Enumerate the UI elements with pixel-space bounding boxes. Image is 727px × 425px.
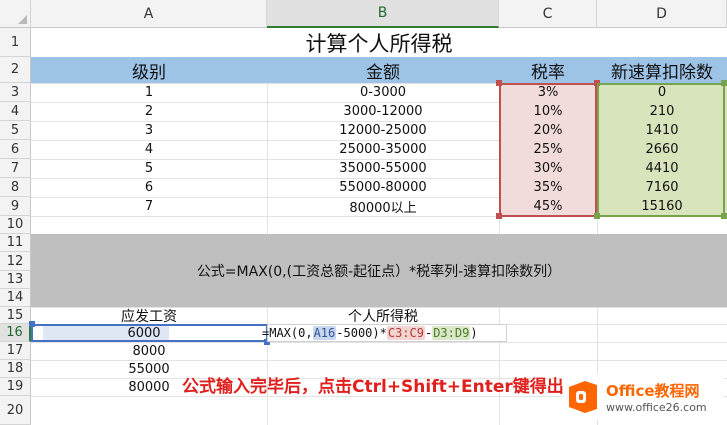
cell-d7[interactable]: 4410 bbox=[597, 159, 727, 178]
cell-a8[interactable]: 6 bbox=[31, 178, 267, 197]
formula-op-part: -5000)* bbox=[336, 326, 387, 340]
cell-c5[interactable]: 20% bbox=[499, 121, 597, 140]
cell-d8[interactable]: 7160 bbox=[597, 178, 727, 197]
range-handle[interactable] bbox=[721, 213, 727, 219]
formula-fn-part: =MAX(0, bbox=[262, 326, 313, 340]
row-header-11[interactable]: 11 bbox=[0, 234, 31, 252]
cell-a17[interactable]: 8000 bbox=[31, 342, 267, 360]
office-logo-icon bbox=[569, 381, 597, 413]
logo-url: www.office26.com bbox=[606, 401, 707, 414]
column-header-c[interactable]: C bbox=[499, 0, 597, 28]
header-quick-deduction[interactable]: 新速算扣除数 bbox=[597, 57, 727, 83]
cell-a4[interactable]: 2 bbox=[31, 102, 267, 121]
row-header-5[interactable]: 5 bbox=[0, 121, 31, 140]
cell-b5[interactable]: 12000-25000 bbox=[267, 121, 499, 140]
formula-note[interactable]: 公式=MAX(0,(工资总额-起征点）*税率列-速算扣除数列） bbox=[31, 234, 727, 307]
row-header-17[interactable]: 17 bbox=[0, 342, 31, 360]
cell-b7[interactable]: 35000-55000 bbox=[267, 159, 499, 178]
sheet-title[interactable]: 计算个人所得税 bbox=[31, 28, 727, 57]
row-header-12[interactable]: 12 bbox=[0, 252, 31, 271]
row-header-15[interactable]: 15 bbox=[0, 307, 31, 324]
cell-b8[interactable]: 55000-80000 bbox=[267, 178, 499, 197]
cell-d5[interactable]: 1410 bbox=[597, 121, 727, 140]
formula-ref-a16: A16 bbox=[312, 326, 337, 340]
row-header-13[interactable]: 13 bbox=[0, 271, 31, 289]
cell-b3[interactable]: 0-3000 bbox=[267, 83, 499, 102]
select-all-corner[interactable] bbox=[0, 0, 31, 28]
formula-editor[interactable]: =MAX(0, A16 -5000)* C3:C9- D3:D9) bbox=[262, 324, 478, 342]
cell-b4[interactable]: 3000-12000 bbox=[267, 102, 499, 121]
cell-c7[interactable]: 30% bbox=[499, 159, 597, 178]
cell-a9[interactable]: 7 bbox=[31, 197, 267, 216]
cell-d6[interactable]: 2660 bbox=[597, 140, 727, 159]
row-header-20[interactable]: 20 bbox=[0, 396, 31, 425]
cell-d4[interactable]: 210 bbox=[597, 102, 727, 121]
row-header-14[interactable]: 14 bbox=[0, 289, 31, 307]
cell-c6[interactable]: 25% bbox=[499, 140, 597, 159]
formula-minus: - bbox=[424, 326, 433, 340]
cell-b6[interactable]: 25000-35000 bbox=[267, 140, 499, 159]
row-header-2[interactable]: 2 bbox=[0, 57, 31, 83]
cell-c9[interactable]: 45% bbox=[499, 197, 597, 216]
row-header-10[interactable]: 10 bbox=[0, 216, 31, 234]
cell-b9[interactable]: 80000以上 bbox=[267, 197, 499, 216]
watermark-logo: Office教程网 www.office26.com bbox=[563, 374, 723, 420]
range-handle[interactable] bbox=[29, 321, 35, 327]
range-handle[interactable] bbox=[496, 213, 502, 219]
header-level[interactable]: 级别 bbox=[31, 57, 267, 83]
row-header-16[interactable]: 16 bbox=[0, 324, 31, 342]
cell-d9[interactable]: 15160 bbox=[597, 197, 727, 216]
column-header-a[interactable]: A bbox=[31, 0, 267, 28]
range-handle[interactable] bbox=[594, 80, 600, 86]
formula-ref-d3d9: D3:D9 bbox=[432, 326, 471, 340]
column-header-b[interactable]: B bbox=[267, 0, 499, 28]
header-tax-rate[interactable]: 税率 bbox=[499, 57, 597, 83]
cell-a3[interactable]: 1 bbox=[31, 83, 267, 102]
cell-c3[interactable]: 3% bbox=[499, 83, 597, 102]
formula-close: ) bbox=[470, 326, 478, 340]
logo-brand: Office教程网 bbox=[606, 382, 700, 400]
header-amount[interactable]: 金额 bbox=[267, 57, 499, 83]
row-header-7[interactable]: 7 bbox=[0, 159, 31, 178]
row-header-8[interactable]: 8 bbox=[0, 178, 31, 197]
row-header-6[interactable]: 6 bbox=[0, 140, 31, 159]
grid-line bbox=[31, 216, 727, 217]
cell-c8[interactable]: 35% bbox=[499, 178, 597, 197]
instruction-annotation: 公式输入完毕后，点击Ctrl+Shift+Enter键得出结果 bbox=[182, 377, 598, 397]
formula-ref-c3c9: C3:C9 bbox=[386, 326, 425, 340]
column-header-d[interactable]: D bbox=[597, 0, 727, 28]
range-handle[interactable] bbox=[594, 213, 600, 219]
cell-d3[interactable]: 0 bbox=[597, 83, 727, 102]
row-header-3[interactable]: 3 bbox=[0, 83, 31, 102]
cell-a7[interactable]: 5 bbox=[31, 159, 267, 178]
cell-c4[interactable]: 10% bbox=[499, 102, 597, 121]
range-handle[interactable] bbox=[496, 80, 502, 86]
cell-a6[interactable]: 4 bbox=[31, 140, 267, 159]
cell-a16[interactable]: 6000 bbox=[31, 324, 257, 342]
row-header-19[interactable]: 19 bbox=[0, 378, 31, 396]
row-header-4[interactable]: 4 bbox=[0, 102, 31, 121]
tax-header[interactable]: 个人所得税 bbox=[267, 307, 499, 325]
row-header-9[interactable]: 9 bbox=[0, 197, 31, 216]
row-header-1[interactable]: 1 bbox=[0, 28, 31, 57]
salary-header[interactable]: 应发工资 bbox=[31, 307, 267, 325]
row-header-18[interactable]: 18 bbox=[0, 360, 31, 378]
range-handle[interactable] bbox=[721, 80, 727, 86]
cell-a5[interactable]: 3 bbox=[31, 121, 267, 140]
logo-text: Office教程网 www.office26.com bbox=[606, 380, 707, 414]
